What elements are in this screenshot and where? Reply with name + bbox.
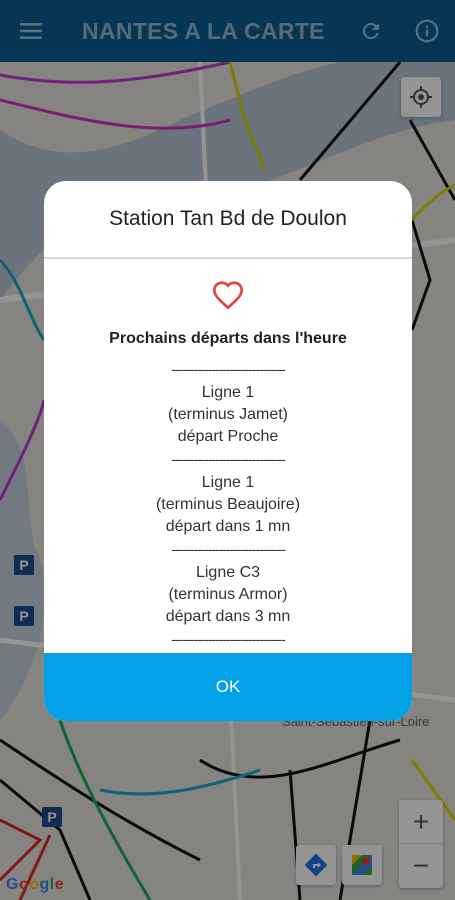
list-item: Ligne C3 (terminus Armor) départ dans 3 … bbox=[44, 556, 412, 632]
list-item: Ligne 1 (terminus Jamet) départ Proche bbox=[44, 376, 412, 452]
ok-button[interactable]: OK bbox=[44, 653, 412, 721]
departures-heading: Prochains départs dans l'heure bbox=[109, 330, 347, 347]
departure-line: Ligne 1 bbox=[201, 474, 255, 491]
departure-terminus: (terminus Beaujoire) bbox=[155, 496, 301, 513]
departure-terminus: (terminus Armor) bbox=[168, 586, 288, 603]
departure-line: Ligne C3 bbox=[195, 564, 261, 581]
heart-icon bbox=[212, 281, 244, 310]
favorite-button[interactable] bbox=[44, 280, 412, 312]
station-dialog: Station Tan Bd de Doulon Prochains dépar… bbox=[44, 181, 412, 721]
separator: ------------------------------- bbox=[171, 362, 286, 376]
separator: ------------------------------- bbox=[171, 542, 286, 556]
separator: ------------------------------- bbox=[171, 632, 286, 646]
departures-list: ------------------------------- Ligne 1 … bbox=[44, 362, 412, 646]
departure-time: départ dans 1 mn bbox=[165, 518, 291, 535]
departure-line: Ligne 1 bbox=[201, 384, 255, 401]
list-item: Ligne 1 (terminus Beaujoire) départ dans… bbox=[44, 466, 412, 542]
dialog-body[interactable]: Prochains départs dans l'heure ---------… bbox=[44, 259, 412, 651]
departure-terminus: (terminus Jamet) bbox=[167, 406, 289, 423]
separator: ------------------------------- bbox=[171, 452, 286, 466]
dialog-title: Station Tan Bd de Doulon bbox=[44, 181, 412, 259]
departure-time: départ dans 3 mn bbox=[165, 608, 291, 625]
departure-time: départ Proche bbox=[177, 428, 279, 445]
